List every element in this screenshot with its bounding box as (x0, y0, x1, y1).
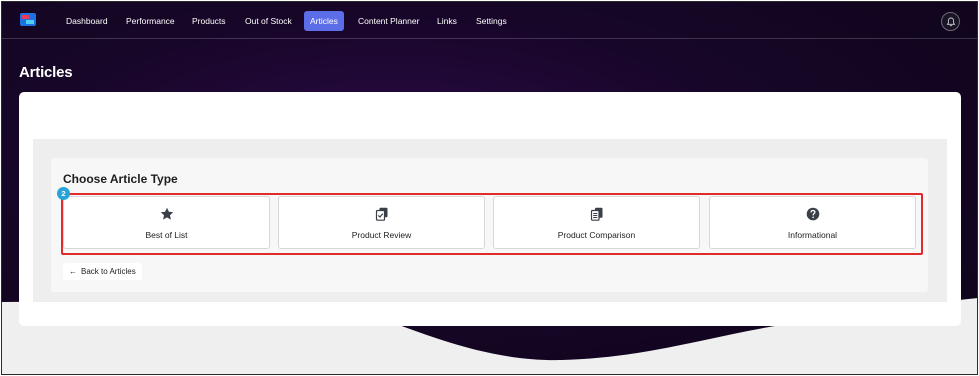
nav-out-of-stock[interactable]: Out of Stock (239, 11, 298, 31)
notifications-button[interactable] (941, 12, 960, 31)
question-circle-icon (806, 207, 819, 221)
content-area: Choose Article Type Best of List Product… (33, 139, 947, 302)
page-title: Articles (19, 64, 73, 81)
nav-articles[interactable]: Articles (304, 11, 344, 31)
type-product-comparison[interactable]: Product Comparison (493, 196, 700, 249)
nav-performance[interactable]: Performance (120, 11, 181, 31)
type-best-of-list[interactable]: Best of List (63, 196, 270, 249)
content-card: Choose Article Type Best of List Product… (19, 92, 961, 326)
type-label: Informational (787, 230, 838, 240)
type-product-review[interactable]: Product Review (278, 196, 485, 249)
top-navigation: Dashboard Performance Products Out of St… (2, 2, 977, 39)
nav-settings[interactable]: Settings (470, 11, 513, 31)
review-doc-icon (375, 207, 387, 221)
article-type-panel: Choose Article Type Best of List Product… (51, 158, 928, 292)
type-label: Best of List (145, 230, 188, 240)
step-badge: 2 (57, 187, 70, 200)
type-label: Product Comparison (557, 230, 636, 240)
nav-content-planner[interactable]: Content Planner (352, 11, 425, 31)
type-informational[interactable]: Informational (709, 196, 916, 249)
nav-links[interactable]: Links (431, 11, 463, 31)
back-label: Back to Articles (81, 267, 136, 276)
panel-title: Choose Article Type (63, 172, 178, 186)
type-label: Product Review (351, 230, 412, 240)
star-icon (160, 207, 173, 220)
bell-icon (946, 17, 955, 26)
nav-dashboard[interactable]: Dashboard (60, 11, 114, 31)
arrow-left-icon: ← (69, 267, 77, 276)
app-logo-icon[interactable] (20, 13, 36, 26)
nav-products[interactable]: Products (186, 11, 232, 31)
compare-docs-icon (590, 207, 602, 221)
app-window: Dashboard Performance Products Out of St… (1, 1, 978, 375)
back-to-articles-button[interactable]: ← Back to Articles (63, 263, 142, 280)
